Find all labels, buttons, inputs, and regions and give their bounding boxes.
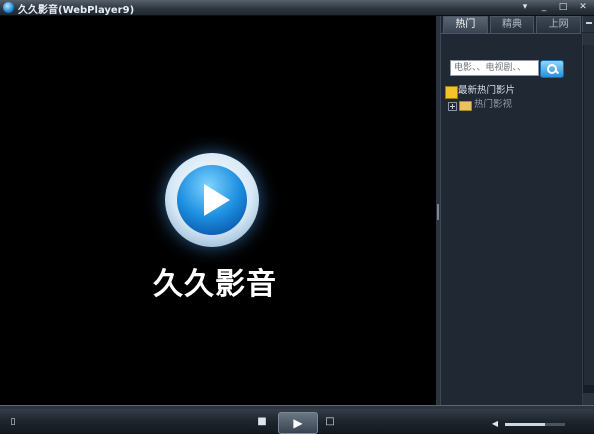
next-button[interactable]: □ <box>323 414 337 430</box>
scroll-down-button[interactable] <box>583 393 594 405</box>
volume-icon[interactable]: ◀ <box>488 416 502 432</box>
volume-slider[interactable] <box>505 423 565 426</box>
scroll-thumb[interactable] <box>584 45 594 385</box>
search-button[interactable] <box>540 60 564 78</box>
maximize-button[interactable]: □ <box>557 2 569 13</box>
search-input[interactable]: 电影、、电视剧、、 <box>450 60 539 76</box>
play-triangle-icon <box>204 184 230 216</box>
tree-item-latest-hot-movies[interactable]: 最新热门影片 <box>458 85 515 97</box>
volume-level <box>505 423 545 426</box>
play-logo-icon <box>177 165 247 235</box>
close-button[interactable]: ✕ <box>577 2 589 13</box>
tab-online[interactable]: 上网 <box>536 16 582 33</box>
star-icon <box>445 86 458 99</box>
tree-item-hot-videos[interactable]: 热门影视 <box>474 99 512 111</box>
panel-collapse-button[interactable] <box>582 16 594 32</box>
side-panel: 热门 精典 上网 电影、、电视剧、、 最新热门影片 热门影视 <box>440 16 594 406</box>
folder-icon <box>459 101 472 111</box>
expand-icon[interactable] <box>448 102 457 111</box>
player-logo <box>165 153 259 247</box>
player-brand-text: 久久影音 <box>153 267 277 302</box>
tab-hot[interactable]: 热门 <box>443 16 488 33</box>
tab-classic[interactable]: 精典 <box>489 16 535 33</box>
video-area[interactable]: 久久影音 <box>0 16 436 405</box>
panel-tabs: 热门 精典 上网 <box>441 16 582 33</box>
control-bar: ▯ ■ ▶ □ ◀ <box>0 405 594 434</box>
panel-body: 电影、、电视剧、、 最新热门影片 热门影视 <box>441 33 581 406</box>
play-button[interactable]: ▶ <box>278 412 318 434</box>
file-icon[interactable]: ▯ <box>6 414 20 430</box>
minimize-button[interactable]: _ <box>538 2 550 13</box>
progress-bar[interactable] <box>0 406 594 409</box>
splitter-grip-icon[interactable] <box>437 204 439 220</box>
menu-dropdown-button[interactable]: ▾ <box>519 2 531 13</box>
title-bar: 久久影音(WebPlayer9) ▾ _ □ ✕ <box>0 0 594 16</box>
scroll-up-button[interactable] <box>583 33 594 45</box>
panel-scrollbar[interactable] <box>582 33 594 405</box>
window-title: 久久影音(WebPlayer9) <box>18 5 135 16</box>
stop-button[interactable]: ■ <box>255 414 269 430</box>
app-logo-icon <box>3 2 14 13</box>
